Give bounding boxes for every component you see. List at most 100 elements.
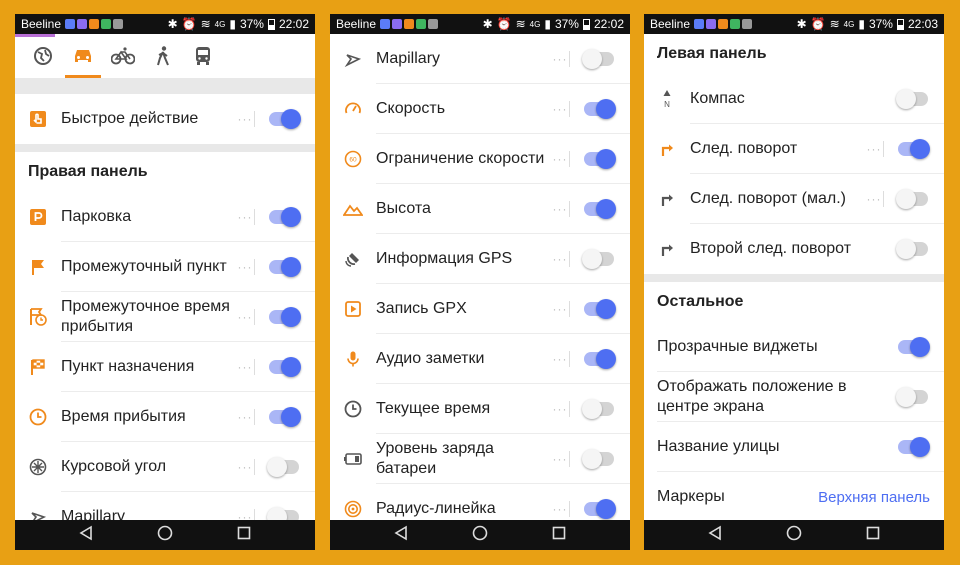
back-button[interactable]: [78, 525, 94, 546]
list-item[interactable]: Второй след. поворот: [644, 224, 944, 274]
more-icon[interactable]: ···: [236, 210, 254, 224]
toggle-switch[interactable]: [898, 337, 930, 357]
toggle-switch[interactable]: [896, 387, 928, 407]
toggle-switch[interactable]: [896, 89, 928, 109]
more-icon[interactable]: ···: [865, 142, 883, 156]
toggle-switch[interactable]: [896, 189, 928, 209]
toggle-switch[interactable]: [269, 407, 301, 427]
battery-percent: 37%: [554, 17, 579, 31]
more-icon[interactable]: ···: [551, 352, 569, 366]
list-item[interactable]: Текущее время ···: [330, 384, 630, 434]
recents-button[interactable]: [865, 525, 881, 546]
list-item[interactable]: N Компас: [644, 74, 944, 124]
list-item[interactable]: Информация GPS ···: [330, 234, 630, 284]
tab-bicycle[interactable]: [103, 34, 143, 78]
toggle-switch[interactable]: [584, 499, 616, 519]
list-item[interactable]: Высота ···: [330, 184, 630, 234]
separator: [569, 401, 570, 417]
toggle-switch[interactable]: [584, 349, 616, 369]
row-quick-action[interactable]: Быстрое действие ···: [15, 94, 315, 144]
toggle-switch[interactable]: [582, 249, 614, 269]
toggle-switch[interactable]: [898, 437, 930, 457]
list-item[interactable]: Парковка ···: [15, 192, 315, 242]
home-circle-icon: [157, 525, 173, 540]
more-icon[interactable]: ···: [551, 302, 569, 316]
home-button[interactable]: [786, 525, 802, 546]
recents-button[interactable]: [236, 525, 252, 546]
more-icon[interactable]: ···: [236, 360, 254, 374]
alarm-icon: ⏰: [810, 17, 826, 31]
list-item[interactable]: Курсовой угол ···: [15, 442, 315, 492]
separator: [254, 509, 255, 520]
list-item[interactable]: Промежуточное время прибытия ···: [15, 292, 315, 342]
separator: [254, 409, 255, 425]
toggle-switch[interactable]: [267, 457, 299, 477]
quick-action-toggle[interactable]: [269, 109, 301, 129]
toggle-switch[interactable]: [584, 99, 616, 119]
toggle-switch[interactable]: [269, 307, 301, 327]
list-item[interactable]: Mapillary ···: [15, 492, 315, 520]
list-item[interactable]: Промежуточный пункт ···: [15, 242, 315, 292]
more-icon[interactable]: ···: [236, 112, 254, 126]
toggle-switch[interactable]: [584, 199, 616, 219]
back-button[interactable]: [393, 525, 409, 546]
row-label: Уровень заряда батареи: [376, 440, 494, 477]
list-item[interactable]: Уровень заряда батареи ···: [330, 434, 630, 484]
more-icon[interactable]: ···: [551, 102, 569, 116]
toggle-switch[interactable]: [582, 449, 614, 469]
tab-browse-map[interactable]: [23, 34, 63, 78]
toggle-switch[interactable]: [584, 299, 616, 319]
tab-pedestrian[interactable]: [143, 34, 183, 78]
list-item[interactable]: Радиус-линейка ···: [330, 484, 630, 520]
more-icon[interactable]: ···: [236, 460, 254, 474]
satellite-icon: [330, 250, 376, 268]
more-icon[interactable]: ···: [551, 252, 569, 266]
list-item[interactable]: След. поворот ···: [644, 124, 944, 174]
tab-car[interactable]: [63, 34, 103, 78]
list-item[interactable]: Название улицы: [644, 422, 944, 472]
home-button[interactable]: [472, 525, 488, 546]
separator: [254, 209, 255, 225]
toggle-switch[interactable]: [896, 239, 928, 259]
list-item[interactable]: Пункт назначения ···: [15, 342, 315, 392]
list-item[interactable]: Отображать положение в центре экрана: [644, 372, 944, 422]
more-icon[interactable]: ···: [551, 152, 569, 166]
more-icon[interactable]: ···: [551, 502, 569, 516]
tab-public-transport[interactable]: [183, 34, 223, 78]
toggle-switch[interactable]: [269, 207, 301, 227]
more-icon[interactable]: ···: [236, 260, 254, 274]
toggle-switch[interactable]: [269, 257, 301, 277]
list-item[interactable]: Прозрачные виджеты: [644, 322, 944, 372]
list-item[interactable]: Аудио заметки ···: [330, 334, 630, 384]
markers-value[interactable]: Верхняя панель: [818, 489, 930, 506]
toggle-switch[interactable]: [898, 139, 930, 159]
toggle-switch[interactable]: [582, 49, 614, 69]
viber-icon: [392, 19, 403, 29]
toggle-switch[interactable]: [584, 149, 616, 169]
list-item[interactable]: Скорость ···: [330, 84, 630, 134]
more-icon[interactable]: ···: [551, 452, 569, 466]
row-markers[interactable]: Маркеры Верхняя панель: [644, 472, 944, 520]
more-icon[interactable]: ···: [236, 510, 254, 520]
recents-button[interactable]: [551, 525, 567, 546]
more-icon[interactable]: ···: [551, 52, 569, 66]
more-icon[interactable]: ···: [551, 402, 569, 416]
more-icon[interactable]: ···: [236, 410, 254, 424]
toggle-switch[interactable]: [267, 507, 299, 520]
toggle-switch[interactable]: [582, 399, 614, 419]
list-item[interactable]: Mapillary ···: [330, 34, 630, 84]
home-button[interactable]: [157, 525, 173, 546]
more-icon[interactable]: ···: [236, 310, 254, 324]
list-item[interactable]: Время прибытия ···: [15, 392, 315, 442]
list-item[interactable]: Запись GPX ···: [330, 284, 630, 334]
signal-icon: ▮: [544, 17, 551, 31]
list-item[interactable]: 60 Ограничение скорости ···: [330, 134, 630, 184]
more-icon[interactable]: ···: [865, 192, 883, 206]
more-icon[interactable]: ···: [551, 202, 569, 216]
list-item[interactable]: След. поворот (мал.) ···: [644, 174, 944, 224]
back-button[interactable]: [707, 525, 723, 546]
viber-icon: [77, 19, 88, 29]
image-icon: [428, 19, 439, 29]
battery-percent: 37%: [239, 17, 264, 31]
toggle-switch[interactable]: [269, 357, 301, 377]
